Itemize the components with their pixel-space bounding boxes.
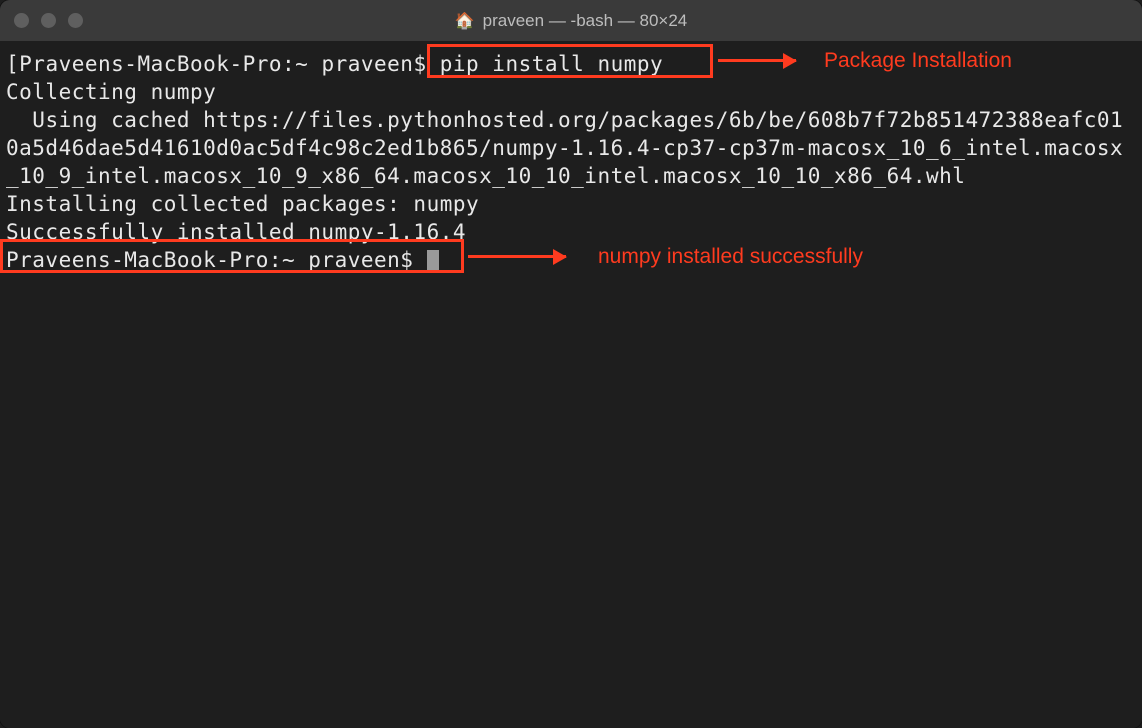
terminal-content[interactable]: [Praveens-MacBook-Pro:~ praveen$ pip ins…	[0, 42, 1142, 728]
terminal-line: Collecting numpy	[6, 78, 1136, 106]
maximize-button[interactable]	[68, 13, 83, 28]
home-icon: 🏠	[455, 11, 475, 31]
close-button[interactable]	[14, 13, 29, 28]
prompt-text: Praveens-MacBook-Pro:~ praveen$	[6, 248, 427, 272]
window-controls	[14, 13, 83, 28]
terminal-line: Installing collected packages: numpy	[6, 190, 1136, 218]
command-text: pip install numpy	[440, 52, 663, 76]
terminal-line: Praveens-MacBook-Pro:~ praveen$	[6, 246, 1136, 274]
window-title: 🏠 praveen — -bash — 80×24	[455, 11, 688, 31]
terminal-line: Using cached https://files.pythonhosted.…	[6, 106, 1136, 190]
minimize-button[interactable]	[41, 13, 56, 28]
cursor	[427, 250, 439, 272]
terminal-line: Successfully installed numpy-1.16.4	[6, 218, 1136, 246]
title-text: praveen — -bash — 80×24	[483, 11, 688, 31]
prompt-text: Praveens-MacBook-Pro:~ praveen$	[19, 52, 440, 76]
terminal-window: 🏠 praveen — -bash — 80×24 [Praveens-MacB…	[0, 0, 1142, 728]
terminal-line: [Praveens-MacBook-Pro:~ praveen$ pip ins…	[6, 50, 1136, 78]
titlebar[interactable]: 🏠 praveen — -bash — 80×24	[0, 0, 1142, 42]
